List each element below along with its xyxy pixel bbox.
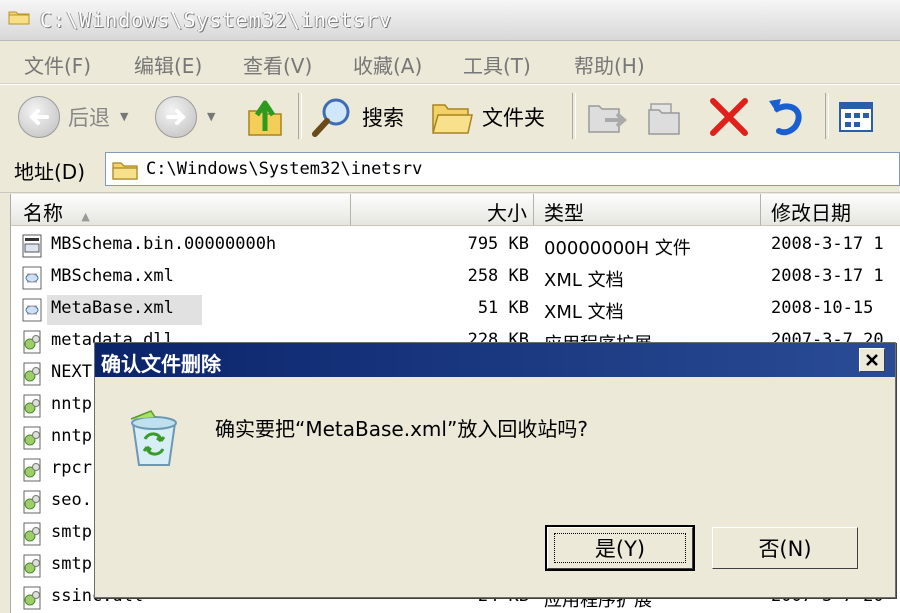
undo-button[interactable] — [765, 85, 809, 148]
back-arrow-icon — [18, 95, 60, 138]
column-header-size-label: 大小 — [487, 201, 527, 225]
file-name: MBSchema.xml — [51, 266, 174, 286]
title-bar[interactable]: C:\Windows\System32\inetsrv — [0, 0, 900, 41]
file-name: rpcr — [51, 458, 92, 478]
dialog-message: 确实要把“MetaBase.xml”放入回收站吗? — [215, 417, 588, 441]
back-label: 后退 — [68, 105, 110, 130]
delete-button[interactable] — [707, 85, 751, 148]
toolbar-separator — [298, 93, 302, 139]
search-label: 搜索 — [362, 105, 404, 130]
file-size: 51 KB — [477, 298, 529, 318]
menu-tools[interactable]: 工具(T) — [463, 50, 531, 79]
dialog-title-bar[interactable]: 确认文件删除 — [95, 343, 895, 377]
toolbar-separator — [572, 93, 576, 139]
column-header-type-label: 类型 — [544, 201, 584, 225]
close-icon — [866, 354, 878, 366]
back-button[interactable]: 后退 ▼ — [18, 85, 128, 148]
xml-file-icon — [22, 298, 42, 322]
move-to-button[interactable] — [585, 85, 629, 148]
sort-ascending-icon: ▲ — [81, 210, 90, 223]
xml-file-icon — [22, 266, 42, 290]
address-label: 地址(D) — [14, 160, 86, 184]
menu-edit[interactable]: 编辑(E) — [134, 50, 202, 79]
file-name: NEXT — [51, 362, 92, 382]
yes-button[interactable]: 是(Y) — [545, 525, 695, 571]
chevron-down-icon[interactable]: ▼ — [207, 110, 215, 123]
file-name: MBSchema.bin.00000000h — [51, 234, 277, 254]
copy-to-button[interactable] — [645, 85, 689, 148]
file-name: smtp — [51, 522, 92, 542]
dll-file-icon — [23, 554, 41, 578]
column-header-size[interactable]: 大小 — [351, 194, 534, 226]
file-name: nntp — [51, 426, 92, 446]
forward-button[interactable]: ▼ — [155, 85, 215, 148]
views-icon — [839, 101, 873, 132]
file-name: smtp — [51, 554, 92, 574]
dll-file-icon — [23, 522, 41, 546]
bin-file-icon — [22, 234, 42, 258]
file-type: XML 文档 — [544, 270, 624, 291]
dll-file-icon — [23, 458, 41, 482]
file-row[interactable]: MBSchema.xml 258 KB XML 文档 2008-3-17 1 — [11, 262, 900, 294]
delete-icon — [710, 97, 748, 136]
column-header-name[interactable]: 名称 ▲ — [11, 194, 351, 226]
recycle-bin-icon — [130, 410, 177, 466]
copy-to-icon — [648, 102, 680, 135]
views-button[interactable] — [838, 85, 878, 148]
dll-file-icon — [23, 426, 41, 450]
menu-bar: 文件(F) 编辑(E) 查看(V) 收藏(A) 工具(T) 帮助(H) — [0, 41, 900, 84]
search-button[interactable]: 搜索 — [310, 85, 404, 148]
file-type: 00000000H 文件 — [544, 238, 691, 259]
search-icon — [312, 98, 350, 137]
column-header-type[interactable]: 类型 — [534, 194, 761, 226]
file-row[interactable]: MetaBase.xml 51 KB XML 文档 2008-10-15 — [11, 294, 900, 326]
dll-file-icon — [23, 330, 41, 354]
menu-help[interactable]: 帮助(H) — [574, 50, 645, 79]
forward-arrow-icon — [155, 95, 197, 138]
folder-icon — [8, 11, 30, 25]
dialog-title: 确认文件删除 — [101, 352, 221, 376]
toolbar: 后退 ▼ ▼ 搜索 文件夹 — [0, 84, 900, 149]
folders-button[interactable]: 文件夹 — [430, 85, 545, 148]
undo-icon — [769, 98, 802, 135]
file-row[interactable]: MBSchema.bin.00000000h 795 KB 00000000H 文件… — [11, 230, 900, 262]
folder-icon — [112, 162, 138, 180]
explorer-window: C:\Windows\System32\inetsrv 文件(F) 编辑(E) … — [0, 0, 900, 613]
folders-icon — [432, 103, 473, 134]
dialog-close-button[interactable] — [859, 348, 885, 372]
address-input[interactable]: C:\Windows\System32\inetsrv — [105, 152, 900, 186]
column-header-date-label: 修改日期 — [771, 201, 851, 225]
confirm-delete-dialog: 确认文件删除 确实要把“MetaBase.xml”放入回收站吗? 是(Y) 否(… — [94, 342, 896, 598]
column-header-date[interactable]: 修改日期 — [761, 194, 900, 226]
dll-file-icon — [23, 394, 41, 418]
file-size: 258 KB — [467, 266, 529, 286]
window-title: C:\Windows\System32\inetsrv — [40, 8, 393, 32]
move-to-icon — [588, 104, 628, 133]
file-name: nntp — [51, 394, 92, 414]
up-button[interactable] — [245, 85, 285, 148]
file-size: 795 KB — [467, 234, 529, 254]
focus-rect — [554, 533, 686, 563]
menu-favorites[interactable]: 收藏(A) — [353, 50, 422, 79]
menu-view[interactable]: 查看(V) — [243, 50, 312, 79]
file-date: 2008-3-17 1 — [771, 266, 884, 286]
address-bar: 地址(D) C:\Windows\System32\inetsrv — [0, 148, 900, 193]
dll-file-icon — [23, 362, 41, 386]
toolbar-separator — [825, 93, 829, 139]
dll-file-icon — [23, 490, 41, 514]
menu-file[interactable]: 文件(F) — [24, 50, 91, 79]
file-type: XML 文档 — [544, 302, 624, 323]
column-header-name-label: 名称 — [23, 201, 63, 225]
file-date: 2008-3-17 1 — [771, 234, 884, 254]
chevron-down-icon[interactable]: ▼ — [120, 110, 128, 123]
address-value: C:\Windows\System32\inetsrv — [146, 159, 423, 179]
no-button[interactable]: 否(N) — [712, 527, 858, 569]
up-folder-icon — [248, 100, 282, 136]
folders-label: 文件夹 — [482, 105, 545, 130]
dll-file-icon — [23, 586, 41, 610]
no-button-label: 否(N) — [758, 537, 812, 561]
file-name: MetaBase.xml — [51, 298, 174, 318]
file-name: seo. — [51, 490, 92, 510]
file-date: 2008-10-15 — [771, 298, 874, 318]
